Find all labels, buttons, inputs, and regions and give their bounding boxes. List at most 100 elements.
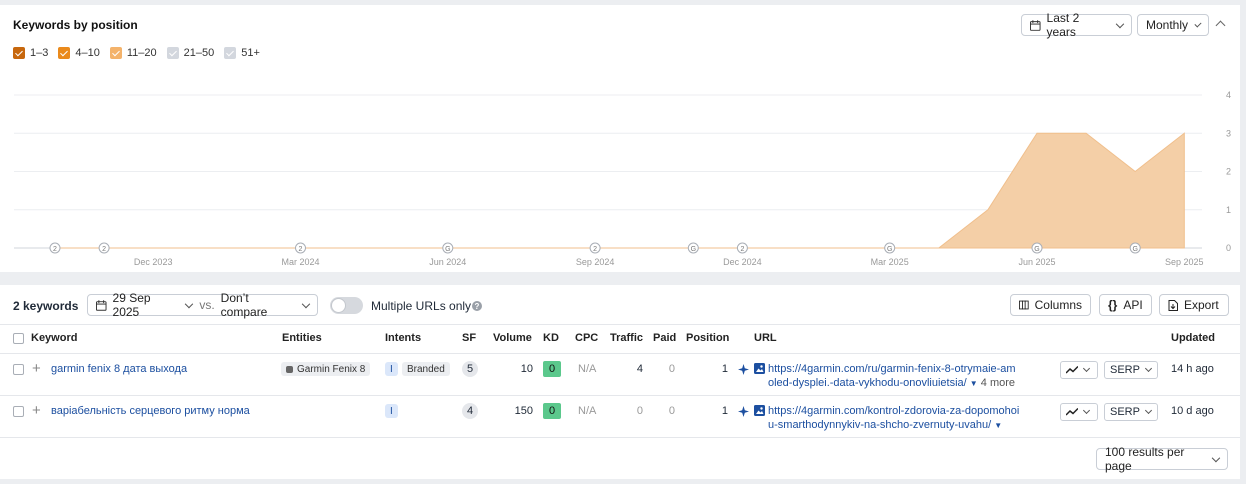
date-compare-selector[interactable]: 29 Sep 2025 vs. Don’t compare [87, 291, 318, 319]
interval-label: Monthly [1146, 18, 1189, 32]
select-all-checkbox[interactable] [13, 333, 24, 344]
legend-item-21-50[interactable]: 21–50 [166, 47, 214, 59]
url-link[interactable]: https://4garmin.com/kontrol-zdorovia-za-… [768, 404, 1019, 433]
plus-icon[interactable]: + [32, 361, 41, 376]
chart-title: Keywords by position [13, 18, 138, 32]
entity-badge[interactable]: Garmin Fenix 8 [281, 362, 371, 376]
url-dropdown-icon[interactable]: ▼ [970, 379, 978, 388]
updated-value: 14 h ago [1171, 363, 1214, 375]
legend-item-51-plus[interactable]: 51+ [224, 47, 260, 59]
columns-icon [1019, 300, 1029, 310]
table-row: + варіабельність серцевого ритму норма I… [0, 395, 1240, 437]
header-cpc[interactable]: CPC [575, 332, 598, 344]
position-value: 1 [721, 363, 728, 375]
annotation-marker-label: 2 [299, 246, 303, 253]
chevron-down-icon [1144, 364, 1153, 373]
x-tick-label: Dec 2023 [134, 257, 173, 267]
header-sf[interactable]: SF [462, 332, 476, 344]
legend-item-1-3[interactable]: 1–3 [13, 47, 48, 59]
trend-chart-button[interactable] [1060, 403, 1098, 421]
serp-button[interactable]: SERP [1104, 403, 1158, 421]
volume-value: 10 [520, 363, 533, 375]
intent-branded-badge: Branded [402, 362, 450, 376]
interval-selector[interactable]: Monthly [1137, 14, 1209, 36]
y-tick-label: 3 [1226, 128, 1231, 138]
chevron-down-icon [184, 299, 193, 308]
chevron-down-icon [301, 299, 311, 308]
header-position[interactable]: Position [686, 332, 729, 344]
compare-label: Don’t compare [220, 291, 268, 319]
divider [0, 437, 1240, 438]
keyword-count: 2 keywords [13, 299, 79, 313]
plus-icon[interactable]: + [32, 403, 41, 418]
trend-line-icon [1066, 366, 1078, 374]
url-link[interactable]: https://4garmin.com/ru/garmin-fenix-8-ot… [768, 362, 1016, 391]
position-area-chart: 0 1 2 3 4 Dec 2023 Mar 2024 Jun 2024 Sep 2024 Dec… [14, 90, 1231, 267]
volume-value: 150 [514, 405, 533, 417]
vs-label: vs. [199, 298, 215, 312]
header-keyword[interactable]: Keyword [31, 332, 77, 344]
x-tick-label: Jun 2025 [1018, 257, 1055, 267]
legend-item-4-10[interactable]: 4–10 [58, 47, 100, 59]
checkbox-icon [13, 47, 25, 59]
keyword-link[interactable]: варіабельність серцевого ритму норма [51, 405, 250, 417]
paid-value: 0 [668, 363, 675, 375]
header-paid[interactable]: Paid [653, 332, 676, 344]
annotation-marker-label: G [1132, 246, 1137, 253]
y-tick-label: 4 [1226, 90, 1231, 100]
trend-line-icon [1066, 408, 1078, 416]
annotation-marker-label: G [691, 246, 696, 253]
x-tick-label: Mar 2024 [281, 257, 319, 267]
row-checkbox[interactable] [13, 364, 24, 375]
cpc-value: N/A [578, 363, 597, 375]
legend-item-11-20[interactable]: 11–20 [109, 47, 157, 59]
keyword-link[interactable]: garmin fenix 8 дата выхода [51, 363, 187, 375]
series-area [55, 132, 1185, 249]
y-tick-label: 2 [1226, 167, 1231, 177]
chevron-down-icon [1144, 406, 1153, 415]
serp-button[interactable]: SERP [1104, 361, 1158, 379]
paid-value: 0 [668, 405, 675, 417]
header-intents[interactable]: Intents [385, 332, 421, 344]
api-button[interactable]: {} API [1099, 294, 1152, 316]
braces-icon: {} [1108, 298, 1118, 312]
calendar-icon [96, 299, 107, 311]
traffic-value: 4 [636, 363, 643, 375]
results-per-page-selector[interactable]: 100 results per page [1096, 445, 1228, 473]
help-icon[interactable]: ? [472, 301, 482, 311]
header-volume[interactable]: Volume [493, 332, 532, 344]
header-updated[interactable]: Updated [1171, 332, 1215, 344]
checkbox-icon [166, 47, 179, 59]
sf-count[interactable]: 5 [462, 361, 478, 377]
header-traffic[interactable]: Traffic [610, 332, 643, 344]
y-tick-label: 1 [1226, 205, 1231, 215]
cube-icon [286, 365, 293, 373]
x-tick-label: Sep 2025 [1165, 257, 1204, 267]
keywords-table-card: 2 keywords 29 Sep 2025 vs. Don’t compare… [0, 285, 1240, 479]
annotation-marker-label: 2 [740, 246, 744, 253]
row-checkbox[interactable] [13, 406, 24, 417]
header-url[interactable]: URL [754, 332, 777, 344]
x-tick-label: Dec 2024 [723, 257, 762, 267]
trend-chart-button[interactable] [1060, 361, 1098, 379]
multiple-urls-toggle[interactable] [330, 297, 363, 314]
annotation-marker-label: G [887, 246, 892, 253]
chevron-down-icon [1194, 19, 1202, 28]
header-kd[interactable]: KD [543, 332, 559, 344]
sf-count[interactable]: 4 [462, 403, 478, 419]
annotation-marker-label: 2 [53, 246, 57, 253]
export-button[interactable]: Export [1159, 294, 1229, 316]
checkbox-icon [109, 47, 122, 59]
export-icon [1168, 299, 1178, 311]
intent-informational-badge: I [385, 362, 398, 376]
checkbox-icon [58, 47, 71, 59]
chevron-down-icon [1115, 19, 1125, 28]
columns-button[interactable]: Columns [1010, 294, 1091, 316]
collapse-chevron-up-icon[interactable] [1215, 19, 1226, 31]
table-row: + garmin fenix 8 дата выхода Garmin Feni… [0, 353, 1240, 395]
more-urls[interactable]: 4 more [981, 377, 1015, 389]
header-entities[interactable]: Entities [282, 332, 322, 344]
url-dropdown-icon[interactable]: ▼ [994, 421, 1002, 430]
x-tick-label: Sep 2024 [576, 257, 615, 267]
period-selector[interactable]: Last 2 years [1021, 11, 1132, 39]
